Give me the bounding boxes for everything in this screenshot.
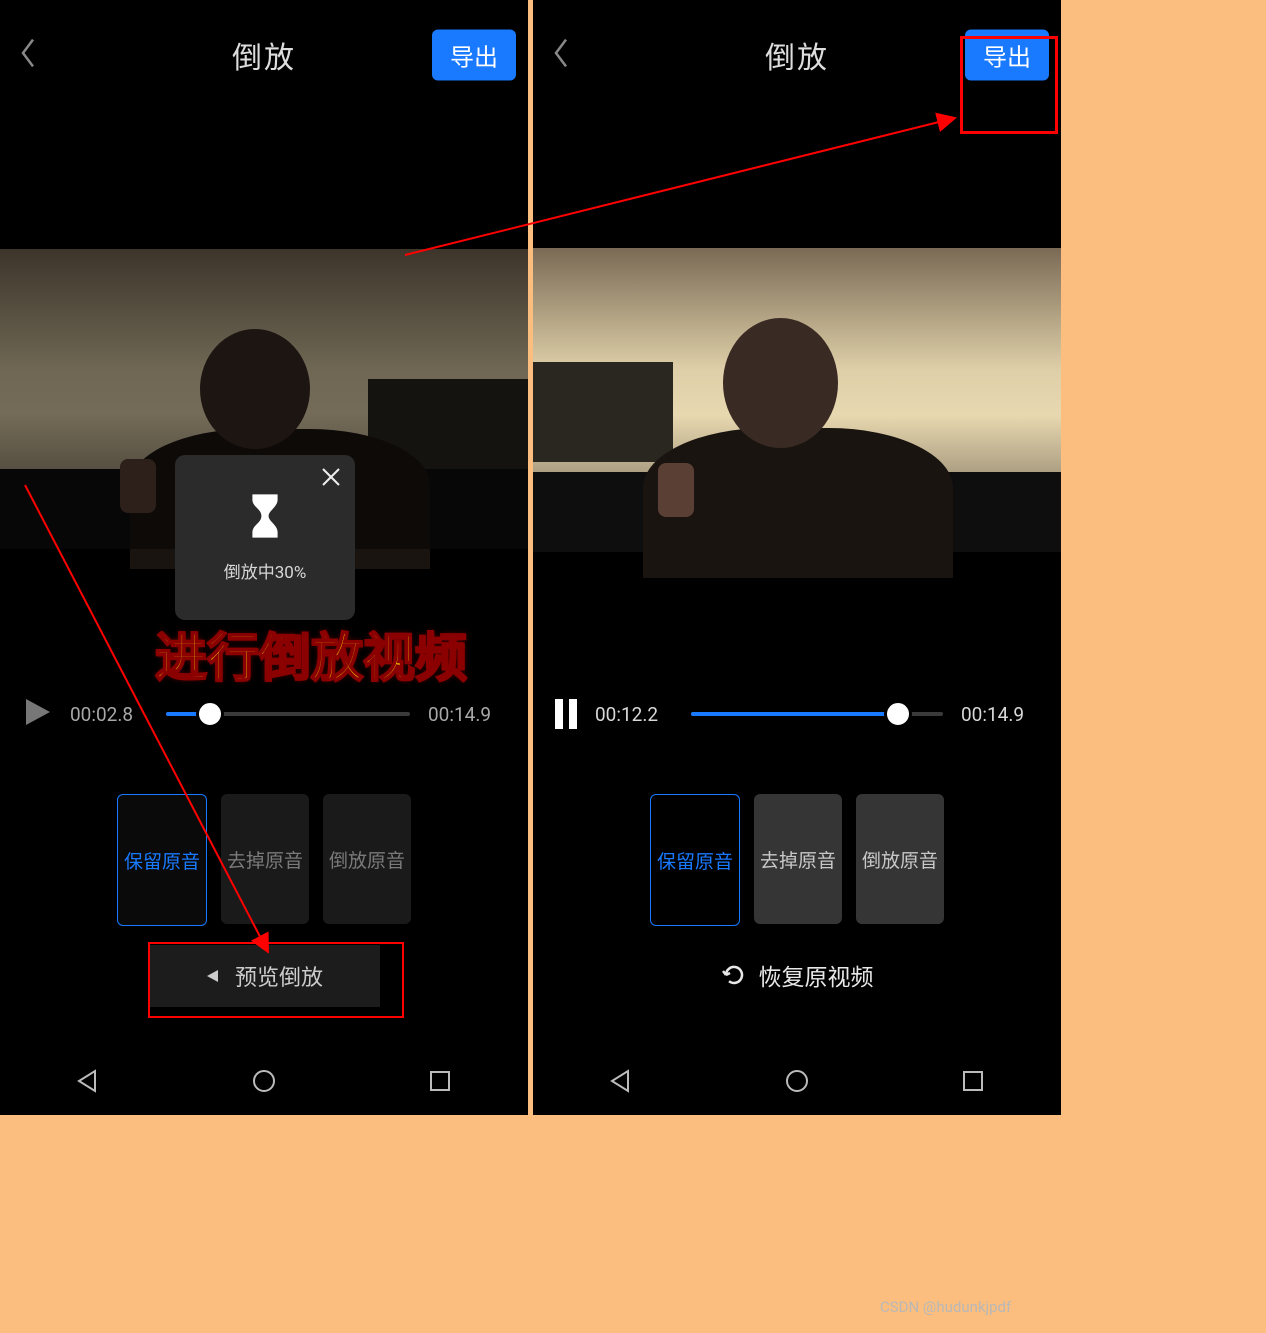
export-button[interactable]: 导出 <box>432 30 516 81</box>
nav-back-icon[interactable] <box>608 1068 634 1094</box>
audio-option-keep[interactable]: 保留原音 <box>650 794 740 926</box>
preview-reverse-button[interactable]: 预览倒放 <box>148 945 380 1007</box>
current-time: 00:12.2 <box>595 703 673 726</box>
nav-recent-icon[interactable] <box>427 1068 453 1094</box>
nav-home-icon[interactable] <box>251 1068 277 1094</box>
preview-reverse-label: 预览倒放 <box>235 960 323 992</box>
progress-text: 倒放中30% <box>224 558 307 583</box>
playback-bar: 00:02.8 00:14.9 <box>0 690 528 738</box>
page-title: 倒放 <box>232 33 296 77</box>
annotation-text: 进行倒放视频 <box>155 616 467 691</box>
seek-track[interactable] <box>691 712 943 716</box>
restore-original-button[interactable]: 恢复原视频 <box>533 958 1061 992</box>
total-time: 00:14.9 <box>961 703 1039 726</box>
export-button[interactable]: 导出 <box>965 30 1049 81</box>
pause-button[interactable] <box>555 699 577 729</box>
nav-home-icon[interactable] <box>784 1068 810 1094</box>
hourglass-icon <box>247 492 283 544</box>
audio-options: 保留原音 去掉原音 倒放原音 <box>533 794 1061 926</box>
audio-option-remove[interactable]: 去掉原音 <box>754 794 842 924</box>
android-navbar <box>0 1047 528 1115</box>
playback-bar: 00:12.2 00:14.9 <box>533 690 1061 738</box>
audio-option-remove[interactable]: 去掉原音 <box>221 794 309 924</box>
screenshot-right: 倒放 导出 00:12.2 00:14.9 保留原音 去掉原音 倒放原音 恢复原… <box>533 0 1061 1115</box>
seek-thumb[interactable] <box>196 700 224 728</box>
close-button[interactable] <box>319 465 343 493</box>
nav-recent-icon[interactable] <box>960 1068 986 1094</box>
restore-label: 恢复原视频 <box>759 958 874 992</box>
close-icon <box>319 465 343 489</box>
triangle-left-icon <box>205 968 221 984</box>
android-navbar <box>533 1047 1061 1115</box>
back-button[interactable] <box>551 35 571 75</box>
audio-option-keep[interactable]: 保留原音 <box>117 794 207 926</box>
header: 倒放 导出 <box>0 0 528 110</box>
video-preview <box>533 248 1061 552</box>
play-button[interactable] <box>22 697 52 731</box>
audio-option-reverse[interactable]: 倒放原音 <box>856 794 944 924</box>
seek-thumb[interactable] <box>884 700 912 728</box>
chevron-left-icon <box>551 35 571 71</box>
audio-option-reverse[interactable]: 倒放原音 <box>323 794 411 924</box>
progress-modal: 倒放中30% <box>175 455 355 620</box>
play-icon <box>22 697 52 727</box>
nav-back-icon[interactable] <box>75 1068 101 1094</box>
pause-icon <box>555 699 563 729</box>
screenshot-left: 倒放 导出 倒放中30% 进行倒放视频 00:02.8 00:14.9 <box>0 0 528 1115</box>
chevron-left-icon <box>18 35 38 71</box>
seek-track[interactable] <box>166 712 410 716</box>
header: 倒放 导出 <box>533 0 1061 110</box>
current-time: 00:02.8 <box>70 703 148 726</box>
undo-icon <box>721 962 747 988</box>
audio-options: 保留原音 去掉原音 倒放原音 <box>0 794 528 926</box>
watermark: CSDN @hudunkjpdf <box>880 1298 1011 1316</box>
total-time: 00:14.9 <box>428 703 506 726</box>
page-title: 倒放 <box>765 33 829 77</box>
back-button[interactable] <box>18 35 38 75</box>
